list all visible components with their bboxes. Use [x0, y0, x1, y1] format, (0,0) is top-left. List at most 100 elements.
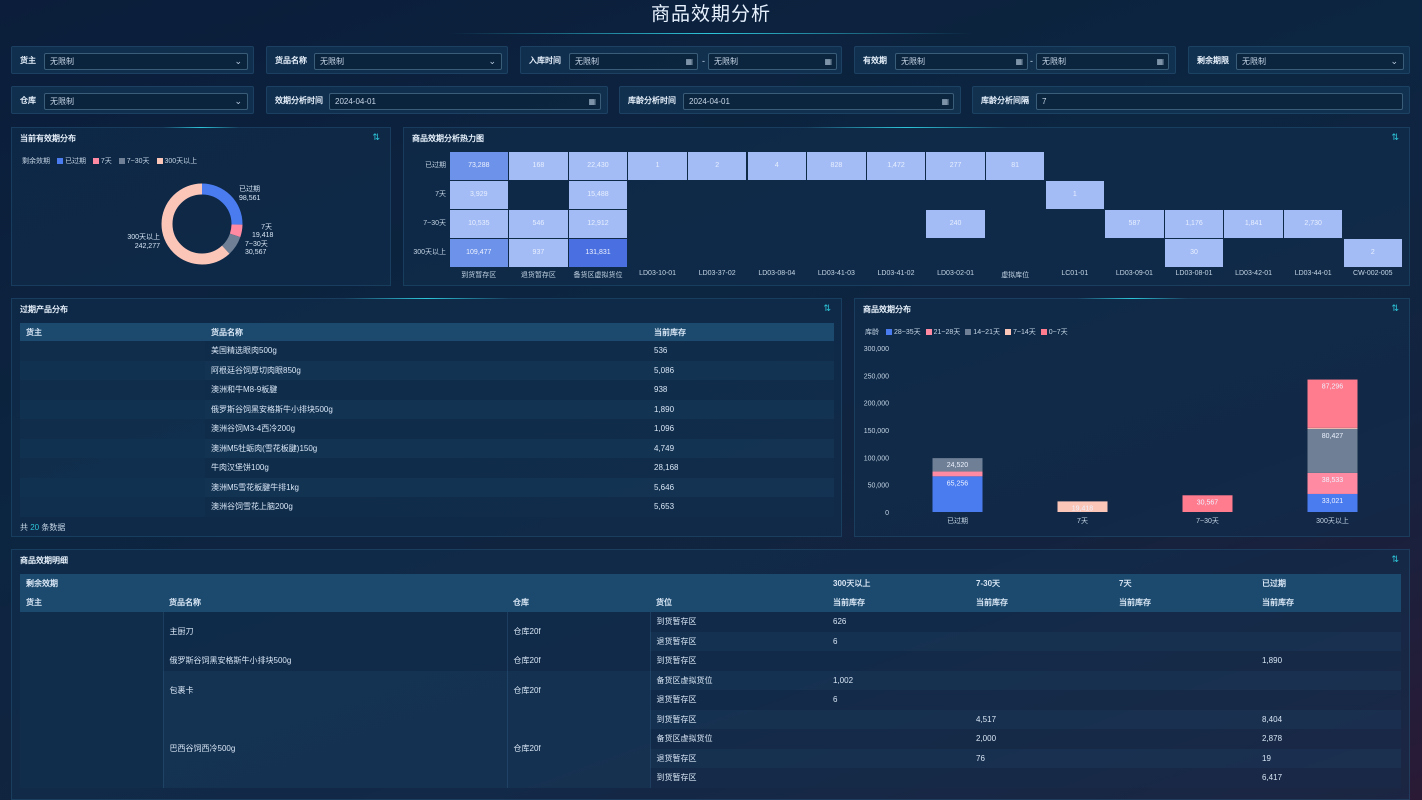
cell-stock: 1,890	[1262, 656, 1283, 666]
cell-owner	[20, 438, 205, 458]
cell-warehouse: 仓库20f	[507, 670, 651, 710]
warehouse-select[interactable]: 无限制 ⌄	[44, 93, 248, 110]
bar-data-label: 87,296	[1322, 384, 1344, 391]
detail-panel-title: 商品效期明细	[20, 556, 68, 565]
heatmap-cell[interactable]: 2	[1343, 238, 1403, 267]
table-header-row: 货主 货品名称 仓库 货位 当前库存 当前库存 当前库存 当前库存	[20, 593, 1401, 612]
calendar-icon: ▦	[1156, 57, 1164, 66]
cell-product: 澳洲谷饲M3-4西冷200g	[211, 424, 296, 434]
heatmap-cell[interactable]: 12,912	[568, 209, 628, 238]
table-row[interactable]: 牛肉汉堡饼100g 28,168	[20, 458, 834, 478]
cell-stock: 4,749	[654, 443, 675, 453]
bar-segment[interactable]	[932, 471, 983, 477]
expiry-to[interactable]: 无限制 ▦	[1036, 53, 1169, 70]
heatmap-cell[interactable]: 2	[687, 151, 747, 180]
warehouse-select-value: 无限制	[50, 97, 74, 106]
table-row[interactable]: 俄罗斯谷饲黑安格斯牛小排块500g 1,890	[20, 399, 834, 419]
heatmap-cell[interactable]: 937	[509, 238, 568, 267]
cell-location: 到货暂存区	[656, 773, 697, 783]
heatmap-cell[interactable]: 10,535	[449, 209, 509, 238]
cell-owner	[20, 360, 205, 380]
cell-stock	[1113, 690, 1256, 710]
filter-remaining-label: 剩余期限	[1197, 56, 1229, 65]
cell-owner	[20, 612, 164, 788]
heatmap-cell[interactable]: 131,831	[568, 238, 628, 267]
heatmap-cell[interactable]: 1,841	[1224, 209, 1283, 238]
remaining-select[interactable]: 无限制 ⌄	[1236, 53, 1404, 70]
table-row[interactable]: 主厨刀 仓库20f 到货暂存区 626	[20, 612, 1401, 788]
x-tick-label: 300天以上	[1316, 516, 1349, 525]
heatmap-cell[interactable]: 3,929	[449, 180, 509, 209]
detail-table-wrap: 剩余效期 300天以上 7-30天 7天 已过期 货主 货品名称 仓库 货位 当…	[20, 574, 1401, 788]
age-interval-input[interactable]: 7	[1036, 93, 1403, 110]
owner-select-value: 无限制	[50, 57, 74, 66]
cell-stock	[827, 651, 970, 671]
cell-stock	[1113, 749, 1256, 769]
expiry-analysis-date-input[interactable]: 2024-04-01 ▦	[329, 93, 601, 110]
col-owner: 货主	[26, 327, 42, 337]
bar-data-label: 65,256	[947, 480, 969, 487]
heatmap-cell[interactable]: 15,488	[568, 180, 628, 209]
heatmap-cell[interactable]: 828	[807, 151, 866, 180]
heatmap-row-label: 已过期	[425, 162, 446, 169]
heatmap-cell[interactable]: 587	[1105, 209, 1164, 238]
cell-stock: 76	[976, 753, 985, 763]
filter-warehouse: 仓库 无限制 ⌄	[11, 86, 254, 114]
table-row[interactable]: 阿根廷谷饲厚切肉眼850g 5,086	[20, 360, 834, 380]
heatmap-cell[interactable]: 81	[985, 151, 1045, 180]
heatmap-cell[interactable]: 73,288	[449, 151, 509, 180]
product-name-select-value: 无限制	[320, 57, 344, 66]
table-row[interactable]: 澳洲M5牡蛎肉(雪花板腱)150g 4,749	[20, 438, 834, 458]
cell-stock	[1113, 729, 1256, 749]
cell-stock: 6	[833, 695, 838, 705]
col-stock: 当前库存	[654, 327, 686, 337]
heatmap-cell[interactable]: 4	[747, 151, 807, 180]
table-row[interactable]: 俄罗斯谷饲黑安格斯牛小排块500g 仓库20f 到货暂存区 1,890	[20, 651, 1401, 671]
table-header-row: 货主 货品名称 当前库存	[20, 323, 834, 341]
cell-product: 俄罗斯谷饲黑安格斯牛小排块500g	[163, 651, 508, 671]
y-tick-label: 150,000	[864, 428, 889, 435]
expiry-from[interactable]: 无限制 ▦	[895, 53, 1028, 70]
product-name-select[interactable]: 无限制 ⌄	[314, 53, 502, 70]
heatmap-cell[interactable]: 1	[628, 151, 687, 180]
owner-select[interactable]: 无限制 ⌄	[44, 53, 248, 70]
heatmap-cell[interactable]: 277	[926, 151, 985, 180]
heatmap-cell[interactable]: 22,430	[568, 151, 628, 180]
table-row[interactable]: 澳洲谷饲M3-4西冷200g 1,096	[20, 419, 834, 439]
heatmap-cell[interactable]: 1,176	[1164, 209, 1224, 238]
table-row[interactable]: 包裹卡 仓库20f 备货区虚拟货位 1,002	[20, 670, 1401, 710]
cell-product: 美国精选眼肉500g	[211, 346, 277, 356]
table-row[interactable]: 美国精选眼肉500g 536	[20, 341, 834, 361]
y-tick-label: 0	[885, 510, 889, 517]
expired-products-panel: 过期产品分布 ⇅ 货主 货品名称 当前库存 美国精选眼肉500g 536 阿根廷谷饲…	[11, 298, 842, 537]
table-footer: 共 20 条数据	[20, 522, 65, 533]
heatmap-cell[interactable]: 30	[1164, 238, 1224, 267]
heatmap-cell[interactable]: 1	[1045, 180, 1105, 209]
cell-location: 备货区虚拟货位	[656, 734, 713, 744]
bar-segment[interactable]	[1307, 427, 1358, 429]
heatmap-cell[interactable]: 2,730	[1283, 209, 1343, 238]
table-row[interactable]: 澳洲谷饲雪花上脑200g 5,653	[20, 497, 834, 517]
age-analysis-date-input[interactable]: 2024-04-01 ▦	[683, 93, 954, 110]
table-row[interactable]: 澳洲M5雪花板腱牛排1kg 5,646	[20, 477, 834, 497]
heatmap-cell[interactable]: 109,477	[449, 238, 509, 267]
stacked-bar-chart: 0 50,000 100,000 150,000 200,000 250,000 300,0…	[864, 346, 1358, 525]
cell-stock: 6	[833, 636, 838, 646]
filter-icon[interactable]: ⇅	[823, 303, 831, 314]
donut-label-expired: 已过期 98,561	[239, 185, 260, 203]
inbound-time-to[interactable]: 无限制 ▦	[708, 53, 837, 70]
bar-data-label: 24,520	[947, 462, 969, 469]
heatmap-cell[interactable]: 240	[926, 209, 985, 238]
col-location: 货位	[656, 598, 672, 607]
col-stock: 当前库存	[1119, 598, 1151, 607]
filter-icon[interactable]: ⇅	[1391, 554, 1399, 565]
filter-age-analysis-time: 库龄分析时间 2024-04-01 ▦	[619, 86, 961, 114]
table-row[interactable]: 巴西谷饲西冷500g 仓库20f 到货暂存区 4,517 8,404	[20, 709, 1401, 788]
heatmap-cell[interactable]: 1,472	[866, 151, 926, 180]
inbound-time-from[interactable]: 无限制 ▦	[569, 53, 698, 70]
cell-product: 澳洲和牛M8-9板腱	[211, 385, 278, 395]
detail-table: 剩余效期 300天以上 7-30天 7天 已过期 货主 货品名称 仓库 货位 当…	[20, 574, 1401, 788]
heatmap-cell[interactable]: 546	[509, 209, 568, 238]
heatmap-cell[interactable]: 168	[509, 151, 568, 180]
table-row[interactable]: 澳洲和牛M8-9板腱 938	[20, 380, 834, 400]
